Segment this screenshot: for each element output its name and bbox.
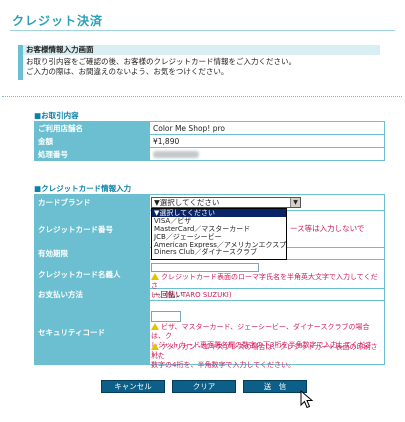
security-code-input[interactable] (151, 311, 181, 322)
card-brand-select[interactable]: ▼選択してください ▼ (151, 197, 301, 208)
clear-button[interactable]: クリア (172, 380, 236, 393)
brand-option[interactable]: ▼選択してください (152, 209, 286, 217)
page-title: クレジット決済 (12, 14, 104, 28)
info-text-line-1: お取り引内容をご確認の後、お客様のクレジットカード情報をご入力ください。 (26, 57, 296, 66)
security-code-note-2: アメリカン・エキスプレスの場合は、クレジットカード表面の印刷された 数字の4桁を… (151, 343, 378, 369)
card-number-note: ース等は入力しないで (290, 224, 365, 233)
brand-option[interactable]: American Express／アメリカンエクスプレス (152, 241, 286, 249)
order-label-shop: ご利用店舗名 (34, 121, 150, 135)
section-divider (2, 96, 402, 97)
card-brand-label: カードブランド (34, 194, 150, 211)
info-text-line-2: ご入力の際は、お間違えのないよう、お気をつけください。 (26, 67, 229, 76)
order-value-amount: ¥1,890 (149, 134, 385, 148)
brand-option[interactable]: Diners Club／ダイナースクラブ (152, 248, 286, 257)
order-value-shop: Color Me Shop! pro (149, 121, 385, 135)
warning-triangle-icon (151, 273, 159, 280)
redacted-value (153, 151, 199, 158)
brand-option[interactable]: MasterCard／マスターカード (152, 225, 286, 233)
table-row: 処理番号 (34, 147, 385, 161)
title-divider (10, 30, 395, 31)
warning-triangle-icon (151, 323, 159, 330)
brand-option[interactable]: VISA／ビザ (152, 217, 286, 225)
table-row: 金額 ¥1,890 (34, 134, 385, 148)
info-heading: お客様情報入力画面 (23, 45, 380, 55)
card-brand-selected: ▼選択してください (154, 198, 220, 207)
chevron-down-icon[interactable]: ▼ (290, 198, 300, 207)
expiry-label: 有効期限 (34, 247, 150, 260)
table-row: ご利用店舗名 Color Me Shop! pro (34, 121, 385, 135)
security-code-label: セキュリティコード (34, 300, 150, 365)
card-number-label: クレジットカード番号 (34, 210, 150, 248)
order-table: ご利用店舗名 Color Me Shop! pro 金額 ¥1,890 処理番号 (34, 121, 385, 161)
card-brand-dropdown[interactable]: ▼選択してください VISA／ビザ MasterCard／マスターカード JCB… (151, 208, 287, 260)
card-section-title: ■クレジットカード情報入力 (34, 184, 132, 193)
order-section-title: ■お取引内容 (34, 111, 79, 120)
brand-option[interactable]: JCB／ジェーシービー (152, 233, 286, 241)
order-label-number: 処理番号 (34, 147, 150, 161)
card-holder-label: クレジットカード名義人 (34, 259, 150, 289)
card-holder-input[interactable] (151, 263, 259, 272)
order-label-amount: 金額 (34, 134, 150, 148)
cancel-button[interactable]: キャンセル (101, 380, 165, 393)
submit-button[interactable]: 送 信 (243, 380, 307, 393)
info-box: お客様情報入力画面 お取り引内容をご確認の後、お客様のクレジットカード情報をご入… (18, 45, 380, 80)
order-value-number (149, 147, 385, 161)
payment-method-label: お支払い方法 (34, 288, 150, 301)
card-holder-note: クレジットカード表面のローマ字氏名を半角英大文字で入力してくださ い。(例：TA… (151, 273, 378, 299)
mouse-pointer-icon (300, 390, 314, 409)
warning-triangle-icon (151, 343, 159, 350)
